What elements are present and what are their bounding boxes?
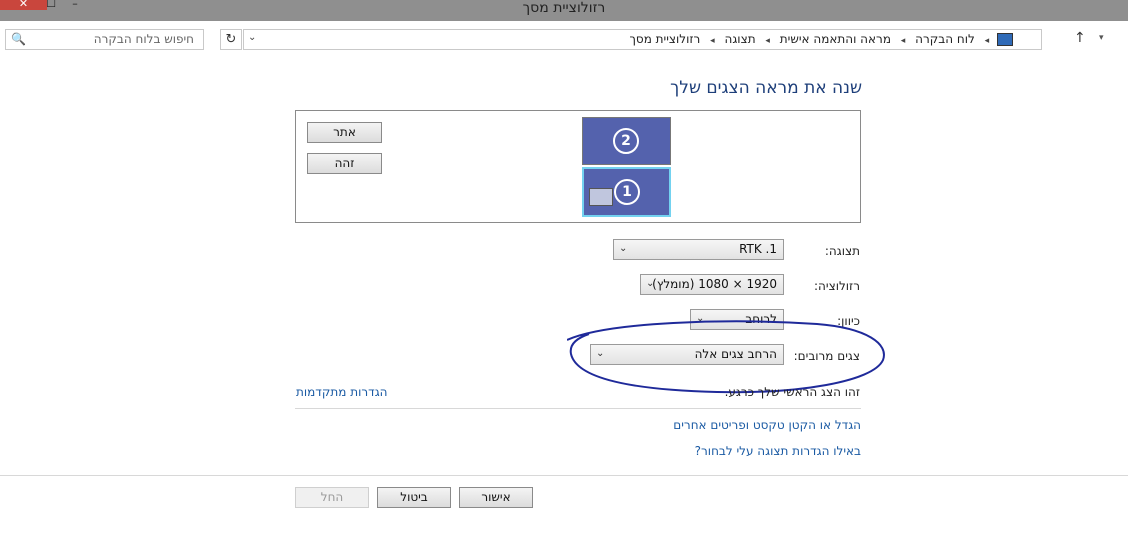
window-title: רזולוציית מסך [522, 0, 606, 16]
divider [295, 408, 861, 409]
apply-button[interactable]: החל [295, 487, 369, 508]
breadcrumb-screen-resolution[interactable]: רזולוציית מסך [629, 32, 700, 46]
control-panel-icon [997, 33, 1013, 46]
footer-divider [0, 475, 1128, 476]
chevron-down-icon[interactable]: ⌄ [248, 32, 256, 43]
detect-button[interactable]: אתר [307, 122, 382, 143]
up-arrow-icon[interactable]: ↑ [1074, 30, 1086, 46]
page-title: שנה את מראה הצגים שלך [670, 78, 862, 98]
breadcrumb: ◂ לוח הבקרה ◂ מראה והתאמה אישית ◂ תצוגה … [623, 32, 1013, 46]
resolution-select[interactable]: 1920 × 1080 (מומלץ) ⌄ [640, 274, 784, 295]
search-icon: 🔍 [11, 32, 26, 46]
monitor-preview: אתר זהה 2 1 [295, 110, 861, 223]
breadcrumb-separator-icon[interactable]: ◂ [901, 36, 906, 46]
breadcrumb-separator-icon[interactable]: ◂ [765, 36, 770, 46]
display-select[interactable]: RTK .1 ⌄ [613, 239, 784, 260]
refresh-button[interactable]: ↻ [220, 29, 242, 50]
breadcrumb-control-panel[interactable]: לוח הבקרה [915, 32, 975, 46]
chevron-down-icon: ⌄ [619, 243, 628, 254]
breadcrumb-appearance[interactable]: מראה והתאמה אישית [780, 32, 891, 46]
maximize-button[interactable]: ☐ [46, 0, 56, 10]
address-bar[interactable]: ⌄ ◂ לוח הבקרה ◂ מראה והתאמה אישית ◂ תצוג… [243, 29, 1042, 50]
breadcrumb-display[interactable]: תצוגה [725, 32, 756, 46]
display-label: תצוגה: [824, 244, 860, 258]
monitor-1-number: 1 [614, 179, 640, 205]
primary-display-note: זהו הצג הראשי שלך כרגע. [724, 385, 860, 399]
cancel-button[interactable]: ביטול [377, 487, 451, 508]
history-dropdown-icon[interactable]: ▾ [1099, 33, 1104, 43]
monitor-2-number: 2 [613, 128, 639, 154]
title-bar: רזולוציית מסך ✕ ☐ – [0, 0, 1128, 21]
text-size-link[interactable]: הגדל או הקטן טקסט ופריטים אחרים [673, 418, 861, 432]
chevron-down-icon: ⌄ [646, 278, 655, 289]
minimize-button[interactable]: – [70, 0, 80, 10]
keyboard-grid-icon [589, 188, 613, 206]
search-input[interactable]: 🔍 חיפוש בלוח הבקרה [5, 29, 204, 50]
monitor-2[interactable]: 2 [582, 117, 671, 165]
breadcrumb-separator-icon[interactable]: ◂ [710, 36, 715, 46]
hand-drawn-circle-annotation [567, 320, 885, 394]
identify-button[interactable]: זהה [307, 153, 382, 174]
display-value: RTK .1 [739, 242, 777, 256]
resolution-value: 1920 × 1080 (מומלץ) [652, 277, 777, 291]
which-settings-link[interactable]: באילו הגדרות תצוגה עלי לבחור? [695, 444, 861, 458]
ok-button[interactable]: אישור [459, 487, 533, 508]
search-placeholder: חיפוש בלוח הבקרה [93, 32, 194, 46]
advanced-settings-link[interactable]: הגדרות מתקדמות [296, 385, 388, 399]
close-button[interactable]: ✕ [0, 0, 47, 10]
monitor-1[interactable]: 1 [582, 167, 671, 217]
resolution-label: רזולוציה: [814, 279, 860, 293]
breadcrumb-separator-icon[interactable]: ◂ [985, 36, 990, 46]
